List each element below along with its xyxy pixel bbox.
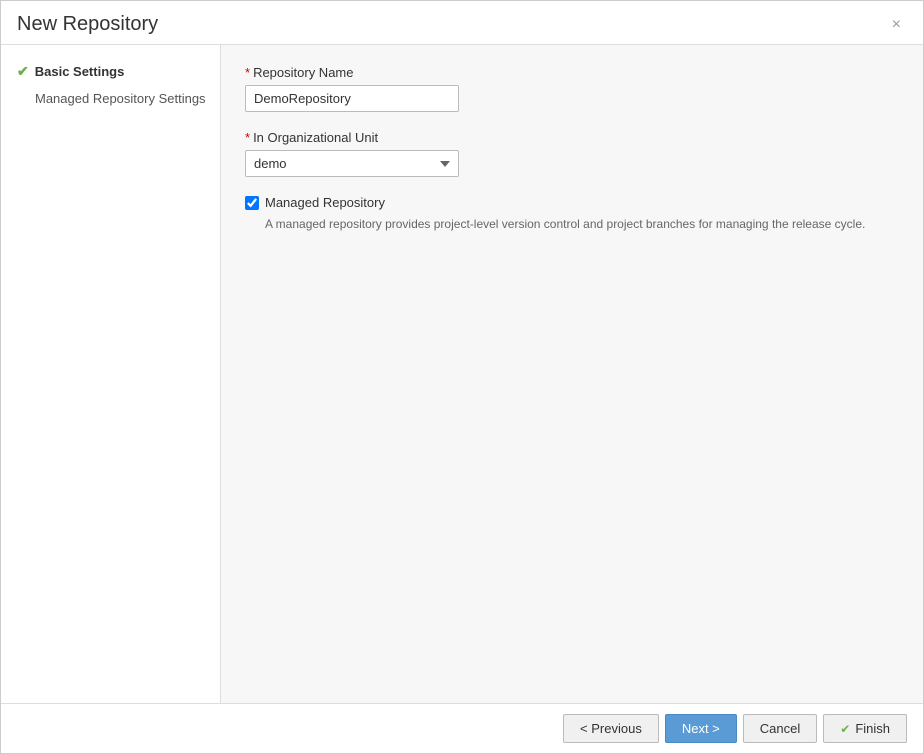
check-icon: ✔: [17, 63, 29, 80]
sidebar-item-basic-settings[interactable]: ✔ Basic Settings: [1, 57, 220, 86]
repository-name-label: *Repository Name: [245, 65, 899, 80]
dialog-header: New Repository ×: [1, 1, 923, 45]
org-unit-label: *In Organizational Unit: [245, 130, 899, 145]
repository-name-field-group: *Repository Name: [245, 65, 899, 112]
dialog-body: ✔ Basic Settings Managed Repository Sett…: [1, 45, 923, 703]
finish-check-icon: ✔: [840, 722, 850, 736]
finish-label: Finish: [855, 721, 890, 736]
next-button[interactable]: Next >: [665, 714, 737, 743]
managed-repo-label[interactable]: Managed Repository: [265, 195, 385, 210]
required-marker-name: *: [245, 65, 250, 80]
managed-repo-checkbox[interactable]: [245, 196, 259, 210]
sidebar: ✔ Basic Settings Managed Repository Sett…: [1, 45, 221, 703]
dialog-footer: < Previous Next > Cancel ✔ Finish: [1, 703, 923, 753]
org-unit-field-group: *In Organizational Unit demo: [245, 130, 899, 177]
managed-repo-checkbox-group: Managed Repository: [245, 195, 899, 210]
required-marker-org: *: [245, 130, 250, 145]
managed-repo-field-group: Managed Repository A managed repository …: [245, 195, 899, 233]
org-unit-select[interactable]: demo: [245, 150, 459, 177]
dialog-title: New Repository: [17, 13, 158, 36]
previous-button[interactable]: < Previous: [563, 714, 659, 743]
managed-repo-help-text: A managed repository provides project-le…: [265, 216, 899, 233]
repository-name-input[interactable]: [245, 85, 459, 112]
finish-button[interactable]: ✔ Finish: [823, 714, 907, 743]
sidebar-item-managed-repository-settings[interactable]: Managed Repository Settings: [1, 86, 220, 111]
sidebar-sub-item-label: Managed Repository Settings: [35, 91, 206, 106]
main-content: *Repository Name *In Organizational Unit…: [221, 45, 923, 703]
new-repository-dialog: New Repository × ✔ Basic Settings Manage…: [0, 0, 924, 754]
cancel-button[interactable]: Cancel: [743, 714, 817, 743]
close-button[interactable]: ×: [886, 14, 907, 36]
sidebar-item-label-basic-settings: Basic Settings: [35, 64, 125, 79]
